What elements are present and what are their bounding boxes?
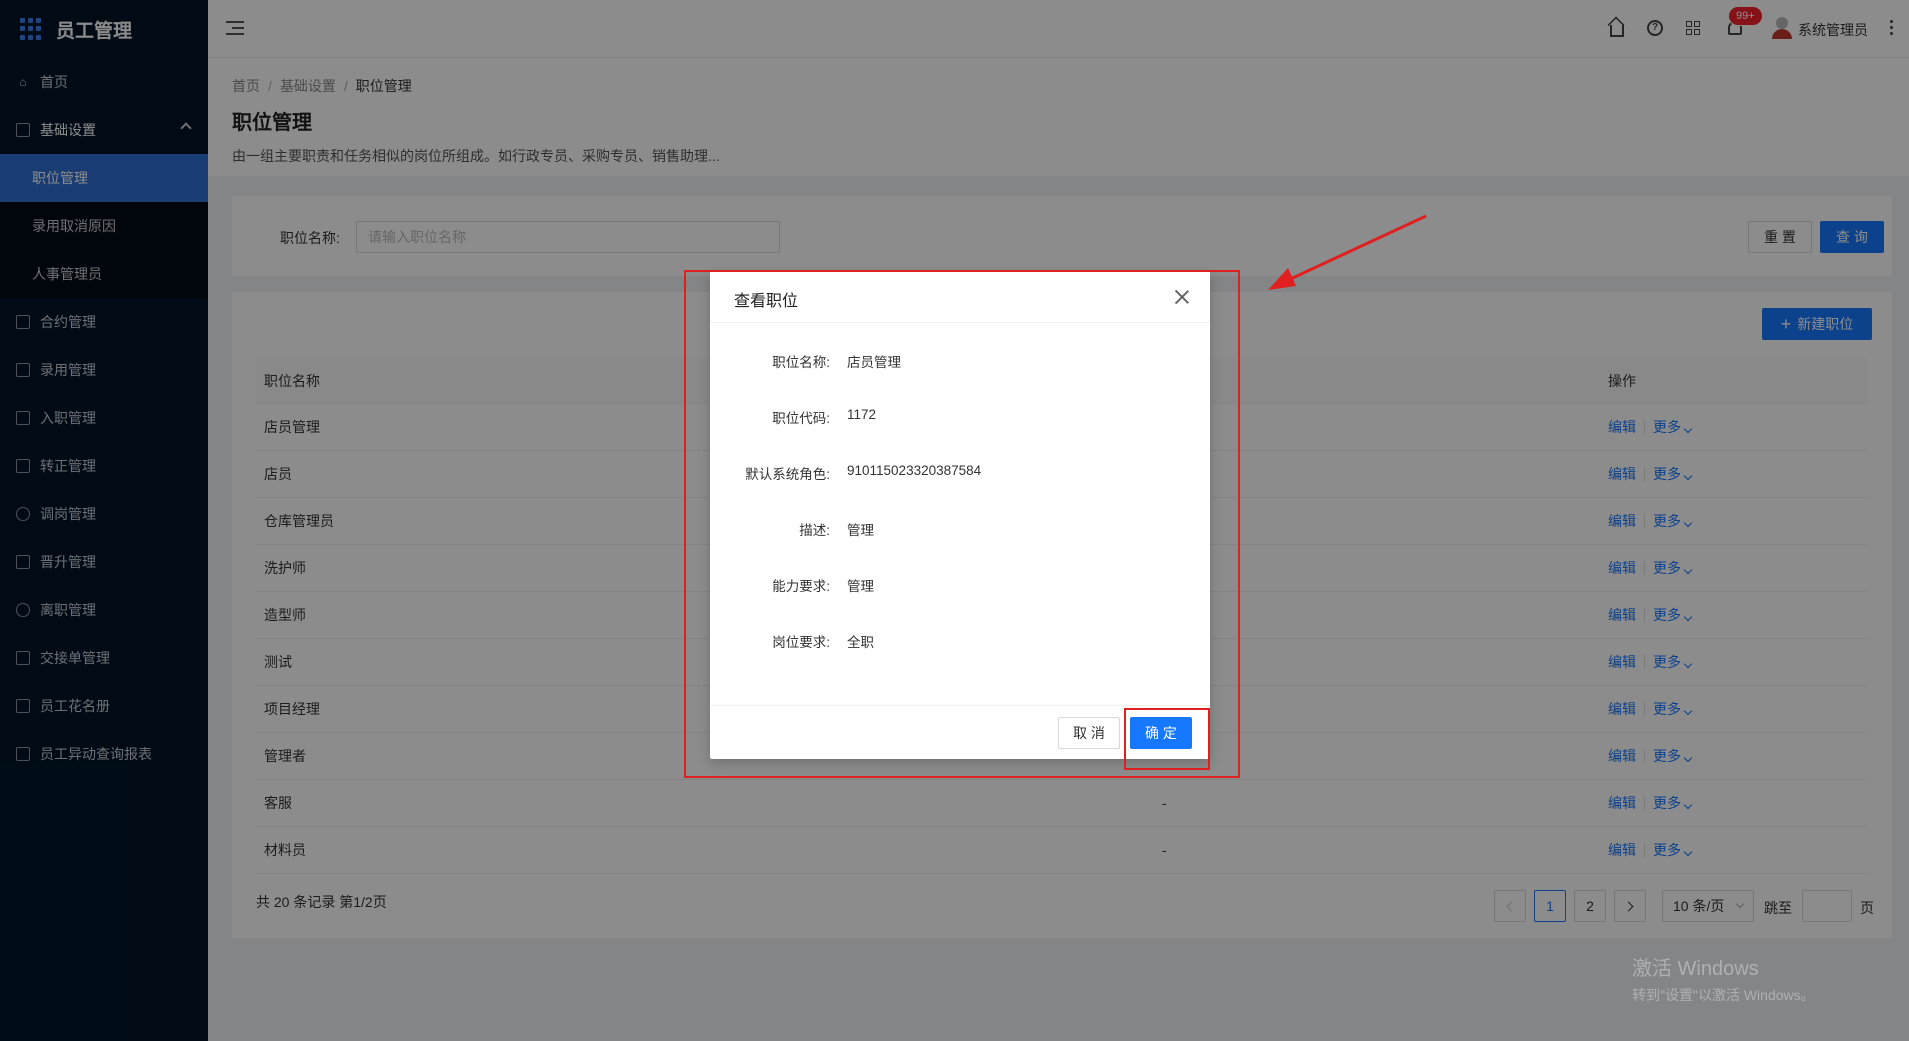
windows-activation-watermark: 激活 Windows 转到"设置"以激活 Windows。 xyxy=(1632,952,1815,1005)
watermark-line2: 转到"设置"以激活 Windows。 xyxy=(1632,987,1815,1003)
annotation-arrow-icon xyxy=(1268,214,1427,290)
watermark-line1: 激活 Windows xyxy=(1632,958,1759,980)
